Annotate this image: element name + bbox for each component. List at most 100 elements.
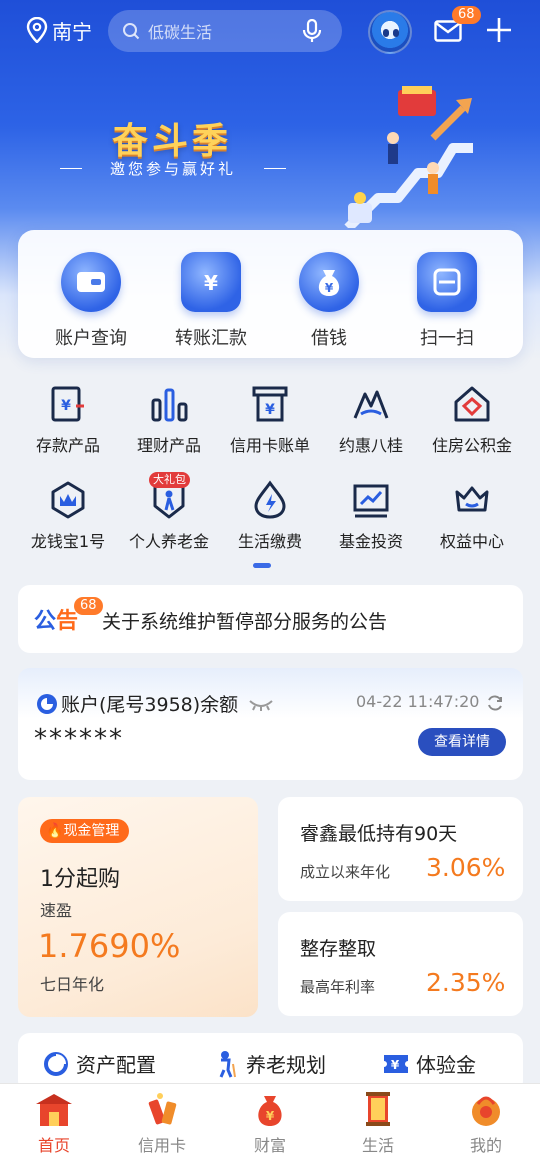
money-bag-icon: ¥ xyxy=(299,252,359,312)
svg-text:¥: ¥ xyxy=(266,1109,275,1123)
service-credit-bill[interactable]: ¥ 信用卡账单 xyxy=(216,382,324,456)
tool-trial-fund[interactable]: ¥ 体验金 xyxy=(382,1049,476,1078)
add-icon[interactable] xyxy=(486,17,512,43)
product-name: 整存整取 xyxy=(300,938,377,960)
tab-life[interactable]: 生活 xyxy=(324,1090,432,1156)
bottom-tab-bar: 首页 信用卡 ¥ 财富 生活 我的 xyxy=(0,1083,540,1159)
svg-text:¥: ¥ xyxy=(265,402,275,418)
assistant-robot-icon[interactable] xyxy=(368,10,412,54)
tab-mine[interactable]: 我的 xyxy=(432,1090,540,1156)
tab-label: 财富 xyxy=(253,1136,286,1155)
service-pension[interactable]: 大礼包 个人养老金 xyxy=(115,472,223,552)
service-rights-center[interactable]: 权益中心 xyxy=(418,478,526,552)
product-rate: 2.35% xyxy=(426,968,506,997)
service-fund[interactable]: 基金投资 xyxy=(317,478,425,552)
mountain-icon xyxy=(349,382,393,426)
service-bagui[interactable]: 约惠八桂 xyxy=(317,382,425,456)
banner-stairs-illustration[interactable] xyxy=(338,78,488,228)
quick-action-transfer[interactable]: ¥ 转账汇款 xyxy=(156,252,266,350)
product-card-fixed-deposit[interactable]: 整存整取 最高年利率 2.35% xyxy=(278,912,523,1016)
fortune-scroll-icon xyxy=(356,1090,400,1128)
quick-action-label: 扫一扫 xyxy=(420,328,474,349)
svg-text:¥: ¥ xyxy=(204,271,218,295)
svg-text:¥: ¥ xyxy=(61,398,71,414)
microphone-icon[interactable] xyxy=(302,19,322,43)
firecracker-icon xyxy=(140,1090,184,1128)
tab-label: 信用卡 xyxy=(137,1136,186,1155)
yuan-card-icon: ¥ xyxy=(181,252,241,312)
city-label: 南宁 xyxy=(52,19,92,44)
account-update-time: 04-22 11:47:20 xyxy=(356,692,480,711)
quick-action-account[interactable]: 账户查询 xyxy=(36,252,146,350)
refresh-icon[interactable] xyxy=(486,694,504,712)
search-placeholder: 低碳生活 xyxy=(148,23,213,42)
tab-wealth[interactable]: ¥ 财富 xyxy=(216,1090,324,1156)
tab-credit-card[interactable]: 信用卡 xyxy=(108,1090,216,1156)
bill-icon: ¥ xyxy=(248,382,292,426)
quick-action-borrow[interactable]: ¥ 借钱 xyxy=(274,252,384,350)
account-title: 账户(尾号3958)余额 xyxy=(36,690,274,717)
service-housing-fund[interactable]: 住房公积金 xyxy=(418,382,526,456)
notice-text: 关于系统维护暂停部分服务的公告 xyxy=(102,611,388,633)
cash-rate: 1.7690% xyxy=(38,927,181,965)
pie-icon xyxy=(42,1050,70,1078)
cash-management-card[interactable]: 🔥现金管理 1分起购 速盈 1.7690% 七日年化 xyxy=(18,797,258,1017)
service-deposit[interactable]: ¥ 存款产品 xyxy=(14,382,122,456)
tab-label: 生活 xyxy=(361,1136,394,1155)
tab-home[interactable]: 首页 xyxy=(0,1090,108,1156)
flame-icon: 🔥 xyxy=(46,823,64,839)
crown-icon xyxy=(46,478,90,522)
balance-masked: ****** xyxy=(34,724,124,754)
location-selector[interactable]: 南宁 xyxy=(26,14,92,46)
product-rate: 3.06% xyxy=(426,853,506,882)
wallet-icon xyxy=(61,252,121,312)
service-label: 存款产品 xyxy=(35,436,100,455)
top-bar: 南宁 低碳生活 68 xyxy=(0,0,540,64)
product-name: 睿鑫最低持有90天 xyxy=(300,823,458,845)
product-card-ruixin[interactable]: 睿鑫最低持有90天 成立以来年化 3.06% xyxy=(278,797,523,901)
search-icon xyxy=(123,23,140,40)
bar-chart-icon xyxy=(147,382,191,426)
notice-bar[interactable]: 公告 68 关于系统维护暂停部分服务的公告 xyxy=(18,585,523,653)
quick-action-label: 账户查询 xyxy=(55,328,127,349)
service-label: 住房公积金 xyxy=(431,436,512,455)
lightning-drop-icon xyxy=(248,478,292,522)
service-label: 权益中心 xyxy=(439,532,504,551)
product-rate-label: 最高年利率 xyxy=(300,978,376,996)
quick-action-scan[interactable]: 扫一扫 xyxy=(392,252,502,350)
gift-pack-tag: 大礼包 xyxy=(149,472,190,488)
cash-product-name: 速盈 xyxy=(40,901,73,920)
svg-text:¥: ¥ xyxy=(325,281,334,295)
account-balance-card: 账户(尾号3958)余额 04-22 11:47:20 ****** 查看详情 xyxy=(18,668,523,780)
crown-cup-icon xyxy=(450,478,494,522)
eye-closed-icon[interactable] xyxy=(248,697,274,711)
service-label: 信用卡账单 xyxy=(229,436,310,455)
tab-label: 首页 xyxy=(37,1136,70,1155)
house-icon xyxy=(450,382,494,426)
service-label: 理财产品 xyxy=(136,436,201,455)
service-label: 基金投资 xyxy=(338,532,403,551)
search-input[interactable]: 低碳生活 xyxy=(108,10,342,52)
scan-icon xyxy=(417,252,477,312)
tool-asset-allocation[interactable]: 资产配置 xyxy=(42,1049,156,1078)
notice-logo: 公告 xyxy=(34,609,79,634)
service-wealth[interactable]: 理财产品 xyxy=(115,382,223,456)
quick-action-label: 转账汇款 xyxy=(175,328,247,349)
banner-title[interactable]: 奋斗季 xyxy=(112,112,232,164)
view-details-button[interactable]: 查看详情 xyxy=(418,728,506,756)
service-label: 龙钱宝1号 xyxy=(30,532,106,551)
money-bag-tab-icon: ¥ xyxy=(248,1090,292,1128)
bank-logo-icon xyxy=(37,693,57,714)
location-pin-icon xyxy=(26,17,48,43)
home-gate-icon xyxy=(32,1090,76,1128)
service-label: 约惠八桂 xyxy=(338,436,403,455)
quick-action-label: 借钱 xyxy=(311,328,347,349)
ticket-icon: ¥ xyxy=(382,1050,410,1078)
product-rate-label: 成立以来年化 xyxy=(300,863,391,881)
mail-badge: 68 xyxy=(452,6,481,24)
elder-walk-icon xyxy=(212,1050,240,1078)
service-longqianbao[interactable]: 龙钱宝1号 xyxy=(14,478,122,552)
service-utilities[interactable]: 生活缴费 xyxy=(216,478,324,552)
tab-label: 我的 xyxy=(469,1136,502,1155)
tool-pension-planning[interactable]: 养老规划 xyxy=(212,1049,326,1078)
